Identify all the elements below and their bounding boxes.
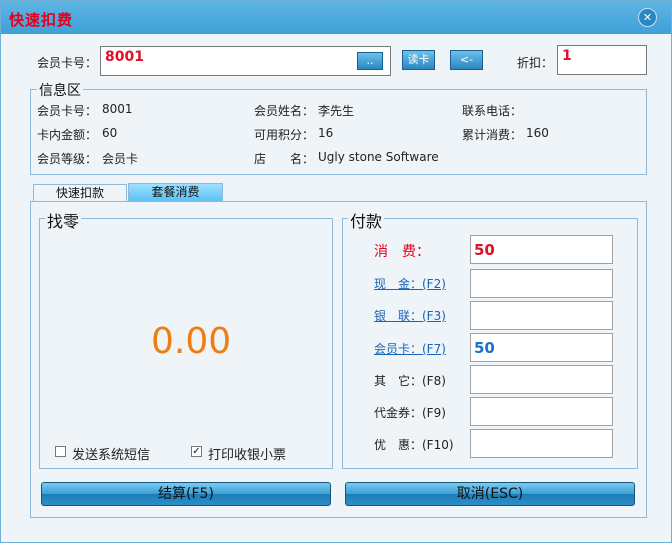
discount-input[interactable]: 1 — [557, 45, 647, 75]
quick-charge-window: 快速扣费 ✕ 会员卡号： 8001 .. 读卡 <- 折扣： 1 信息区 会员卡… — [0, 0, 672, 543]
info-card-no-label: 会员卡号： — [37, 104, 98, 118]
card-number-input[interactable]: 8001 — [100, 46, 391, 76]
info-level: 会员卡 — [102, 152, 139, 166]
tab-package-consume[interactable]: 套餐消费 — [128, 183, 223, 202]
sms-label[interactable]: 发送系统短信 — [72, 444, 150, 463]
other-label: 其 它：(F8) — [374, 374, 446, 388]
info-phone-label: 联系电话： — [462, 104, 523, 118]
sms-checkbox[interactable] — [55, 446, 66, 457]
info-name: 李先生 — [318, 104, 355, 118]
voucher-label: 代金券：(F9) — [374, 406, 446, 420]
dialog-body: 会员卡号： 8001 .. 读卡 <- 折扣： 1 信息区 会员卡号： 8001… — [1, 34, 671, 542]
cash-link[interactable]: 现 金：(F2) — [374, 275, 446, 292]
unionpay-field[interactable] — [470, 301, 613, 330]
title-bar[interactable]: 快速扣费 ✕ — [1, 1, 671, 34]
info-points: 16 — [318, 126, 334, 140]
tab-quick-deduct[interactable]: 快速扣款 — [33, 184, 127, 202]
unionpay-link[interactable]: 银 联：(F3) — [374, 307, 446, 324]
print-receipt-checkbox[interactable]: ✓ — [191, 446, 202, 457]
info-points-label: 可用积分： — [254, 128, 315, 142]
discount-amount-label: 优 惠：(F10) — [374, 438, 454, 452]
info-store-label: 店 名： — [254, 152, 315, 166]
cash-field[interactable] — [470, 269, 613, 298]
info-total: 160 — [526, 126, 549, 140]
member-card-value: 50 — [474, 339, 495, 357]
print-receipt-label[interactable]: 打印收银小票 — [208, 444, 286, 463]
member-card-link[interactable]: 会员卡：(F7) — [374, 340, 446, 357]
browse-button[interactable]: .. — [357, 52, 383, 70]
payment-group-title: 付款 — [348, 208, 385, 232]
card-number-value: 8001 — [105, 49, 144, 65]
consume-label: 消 费： — [374, 244, 430, 260]
window-title: 快速扣费 — [9, 11, 74, 29]
consume-field[interactable]: 50 — [470, 235, 613, 264]
other-field[interactable] — [470, 365, 613, 394]
settle-button[interactable]: 结算(F5) — [41, 482, 331, 506]
voucher-field[interactable] — [470, 397, 613, 426]
info-total-label: 累计消费： — [462, 128, 523, 142]
info-store: Ugly stone Software — [318, 150, 439, 164]
info-card-no: 8001 — [102, 102, 133, 116]
member-card-field[interactable]: 50 — [470, 333, 613, 362]
change-group-title: 找零 — [45, 208, 82, 232]
info-level-label: 会员等级： — [37, 152, 98, 166]
info-balance-label: 卡内金额： — [37, 128, 98, 142]
consume-value: 50 — [474, 241, 495, 259]
close-icon[interactable]: ✕ — [638, 8, 657, 27]
discount-amount-field[interactable] — [470, 429, 613, 458]
read-card-button[interactable]: 读卡 — [402, 50, 435, 70]
info-group-title: 信息区 — [37, 80, 83, 100]
back-button[interactable]: <- — [450, 50, 483, 70]
discount-label: 折扣： — [517, 56, 554, 70]
info-balance: 60 — [102, 126, 118, 140]
info-name-label: 会员姓名： — [254, 104, 315, 118]
cancel-button[interactable]: 取消(ESC) — [345, 482, 635, 506]
discount-value: 1 — [562, 48, 572, 64]
card-number-label: 会员卡号： — [37, 56, 98, 70]
change-amount: 0.00 — [151, 321, 232, 362]
